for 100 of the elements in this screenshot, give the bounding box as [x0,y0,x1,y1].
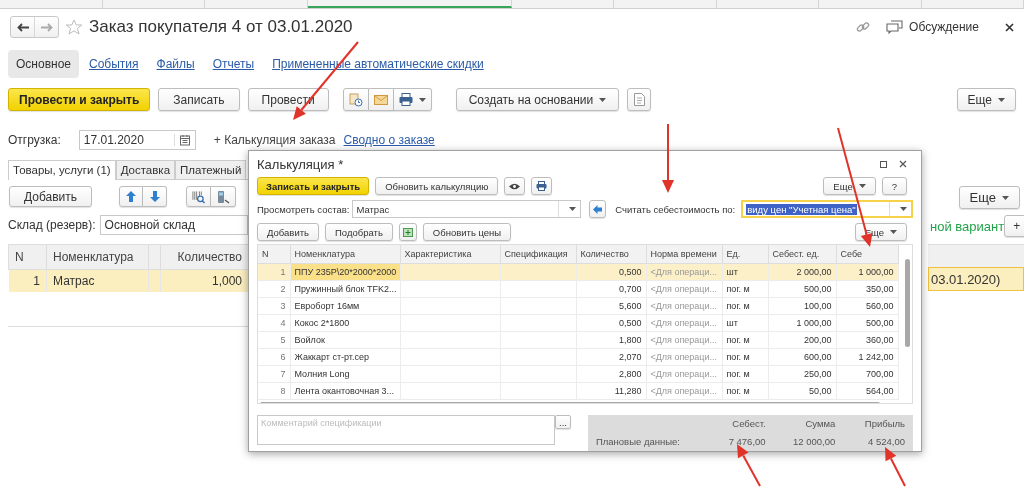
more-button[interactable]: Еще [958,186,1020,209]
column-header: Спецификация [500,245,576,264]
caret-icon [858,184,866,189]
table-cell: 1,800 [576,331,646,349]
form-link[interactable]: Отчеты [204,50,263,78]
table-cell: Лента окантовочная 3... [290,382,400,400]
variant-label: ной вариант [929,218,1005,234]
table-row[interactable]: 8 Лента окантовочная 3... 11,280 <Для операци... пог. м 50,00 564,00 [258,382,898,400]
table-cell: пог. м [722,280,768,298]
table-cell: 564,00 [836,382,898,400]
calculation-link[interactable]: + Калькуляция заказа [213,133,336,147]
table-cell: Войлок [290,331,400,349]
fill-button[interactable] [398,223,417,242]
table-cell: 100,00 [768,297,836,315]
cost-basis-field[interactable]: виду цен "Учетная цена" [741,200,913,219]
table-cell: 200,00 [768,331,836,349]
column-header: Себе [836,245,898,264]
create-based-on-button[interactable]: Создать на основании [455,88,620,111]
add-button[interactable]: Добавить [257,223,319,242]
table-row[interactable]: 6 Жаккарт ст-рт.сер 2,070 <Для операци... пог. м 600,00 1 242,00 [258,348,898,366]
table-cell: 11,280 [576,382,646,400]
save-button[interactable]: Записать [158,88,240,111]
pick-button[interactable]: Подобрать [325,223,393,242]
table-cell: <Для операци... [646,280,722,298]
search-button[interactable] [186,186,212,207]
document-clock-icon [348,92,363,107]
table-cell: пог. м [722,348,768,366]
arrow-down-icon [149,191,160,202]
form-link[interactable]: События [81,50,147,78]
more-button[interactable]: Еще [823,177,876,196]
handheld-device-icon [216,189,231,204]
table-row[interactable]: 5 Войлок 1,800 <Для операци... пог. м 200,00 360,00 [258,331,898,349]
discussion-button[interactable]: Обсуждение [886,20,979,34]
arrow-right-icon [40,22,53,32]
warehouse-field[interactable]: Основной склад [99,215,248,235]
table-cell: 500,00 [768,280,836,298]
table-row[interactable]: 7 Молния Long 2,800 <Для операци... пог. м 250,00 700,00 [258,365,898,383]
caret-icon [568,207,576,212]
table-cell: 2 [258,280,290,298]
table-row[interactable]: 3 Евроборт 16мм 5,600 <Для операци... пог. м 100,00 560,00 [258,297,898,315]
table-cell: пог. м [722,297,768,315]
table-cell: 50,00 [768,382,836,400]
scanner-button[interactable] [211,186,237,207]
table-cell: 250,00 [768,365,836,383]
table-cell: 600,00 [768,348,836,366]
table-row[interactable]: 1 ППУ 235Р\20*2000*2000 0,500 <Для операци... шт 2 000,00 1 000,00 [258,263,898,281]
summary-link[interactable]: Сводно о заказе [343,133,435,147]
print-button[interactable] [531,177,553,196]
update-prices-button[interactable]: Обновить цены [422,223,512,242]
table-cell: <Для операци... [646,331,722,349]
table-cell: 3 [258,297,290,315]
table-row[interactable]: 2 Пружинный блок TFK2... 0,700 <Для операци... пог. м 500,00 350,00 [258,280,898,298]
table-cell: 1 242,00 [836,348,898,366]
summary-value: 4 524,00 [867,436,905,447]
document-icon [633,93,645,106]
table-cell: <Для операци... [646,314,722,332]
link-icon[interactable] [856,20,871,34]
form-link[interactable]: Файлы [148,50,203,78]
column-header: N [258,245,290,264]
document-button[interactable] [627,88,652,111]
restore-icon[interactable] [880,160,887,168]
table-cell: 7 [258,365,290,383]
back-button[interactable] [588,200,607,219]
view-button[interactable] [504,177,526,196]
star-icon[interactable] [65,18,83,36]
column-header: Норма времени [646,245,722,264]
more-button[interactable]: Еще [956,88,1016,111]
column-header: Количество [160,244,249,270]
close-icon[interactable] [1005,22,1014,32]
table-row[interactable]: 1 Матрас 1,000 [8,269,249,292]
document-tab[interactable]: Товары, услуги (1) [8,160,116,180]
help-button[interactable]: ? [881,177,907,196]
summary-label: Плановые данные: [595,436,681,447]
table-cell: 4 [258,314,290,332]
table-cell: 0,500 [576,314,646,332]
email-button[interactable] [368,88,394,111]
open-comment-button[interactable]: ... [555,415,571,429]
table-row[interactable]: 4 Кокос 2*1800 0,500 <Для операци... шт 1 000,00 500,00 [258,314,898,332]
save-and-close-button[interactable]: Записать и закрыть [257,177,370,196]
refresh-calculation-button[interactable]: Обновить калькуляцию [375,177,499,196]
post-and-close-button[interactable]: Провести и закрыть [8,88,151,111]
add-variant-button[interactable]: + [1004,215,1024,237]
move-down-button[interactable] [143,186,168,207]
close-icon[interactable] [899,160,907,169]
date-field[interactable]: 17.01.2020 [78,130,196,150]
print-button[interactable] [393,88,432,111]
document-title: Заказ покупателя 4 от 03.01.2020 [89,17,353,37]
table-cell: <Для операци... [646,382,722,400]
history-button[interactable] [342,88,369,111]
table-cell: 0,700 [576,280,646,298]
composition-field[interactable]: Матрас [352,200,581,219]
table-cell: 350,00 [836,280,898,298]
arrow-left-icon [592,204,602,214]
move-up-button[interactable] [119,186,144,207]
document-tab[interactable]: Доставка [115,160,176,179]
add-button[interactable]: Добавить [9,186,93,207]
document-tab[interactable]: Платежный [175,160,247,179]
form-tab[interactable]: Основное [8,50,79,78]
search-icon [192,189,206,204]
chat-icon [886,20,904,34]
